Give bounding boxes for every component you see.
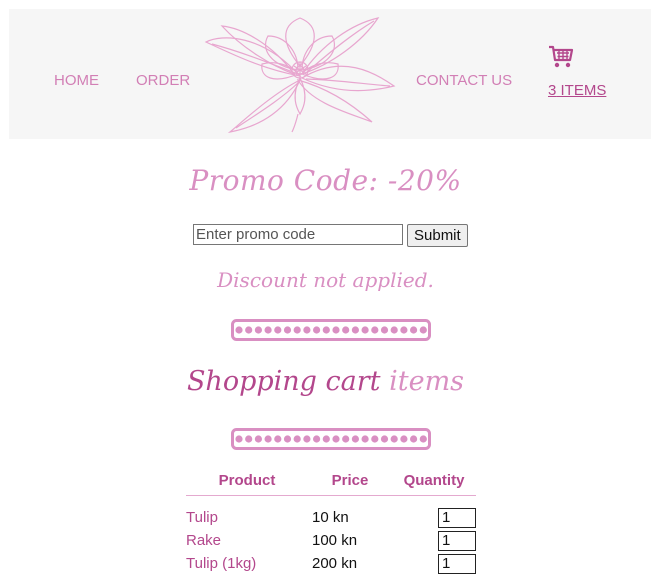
quantity-cell [392, 496, 476, 530]
promo-title: Promo Code: -20% [189, 164, 462, 197]
product-name: Rake [186, 532, 222, 549]
product-price: 10 kn [312, 509, 349, 526]
beaded-divider [231, 319, 431, 341]
product-name: Tulip [186, 509, 218, 526]
column-header-price: Price [308, 472, 392, 496]
cart-summary-link[interactable]: 3 ITEMS [548, 45, 628, 105]
cart-items-label: ITEMS [560, 82, 607, 99]
shopping-cart-title: Shopping cart items [0, 366, 651, 397]
quantity-cell [392, 529, 476, 552]
product-price: 100 kn [312, 532, 358, 549]
shopping-cart-icon [549, 45, 574, 68]
column-header-product: Product [186, 472, 308, 496]
table-row: Tulip (1kg) 200 kn [186, 552, 476, 575]
quantity-cell [392, 552, 476, 575]
quantity-input[interactable] [438, 553, 476, 574]
nav-contact-link[interactable]: CONTACT US [416, 72, 512, 89]
product-price: 200 kn [312, 555, 358, 572]
cart-count-text[interactable]: 3 ITEMS [548, 82, 606, 99]
cart-table: Product Price Quantity Tulip 10 kn Rake … [186, 472, 476, 575]
table-row: Tulip 10 kn [186, 496, 476, 530]
cart-title-light: items [389, 366, 465, 397]
quantity-input[interactable] [438, 507, 476, 528]
cart-title-main: Shopping cart [186, 366, 381, 397]
cart-count: 3 [548, 82, 557, 99]
nav-order-link[interactable]: ORDER [136, 72, 190, 89]
magnolia-flower-logo [204, 17, 396, 134]
promo-form: Submit [193, 224, 468, 247]
product-name: Tulip (1kg) [186, 555, 257, 572]
quantity-input[interactable] [438, 530, 476, 551]
table-header-row: Product Price Quantity [186, 472, 476, 496]
column-header-quantity: Quantity [392, 472, 476, 496]
discount-status-message: Discount not applied. [217, 268, 434, 292]
nav-home-link[interactable]: HOME [54, 72, 99, 89]
beaded-divider [231, 428, 431, 450]
submit-button[interactable]: Submit [407, 224, 468, 247]
promo-code-input[interactable] [193, 224, 403, 245]
table-row: Rake 100 kn [186, 529, 476, 552]
site-header: HOME ORDER CONTACT US 3 ITEMS [9, 9, 651, 139]
